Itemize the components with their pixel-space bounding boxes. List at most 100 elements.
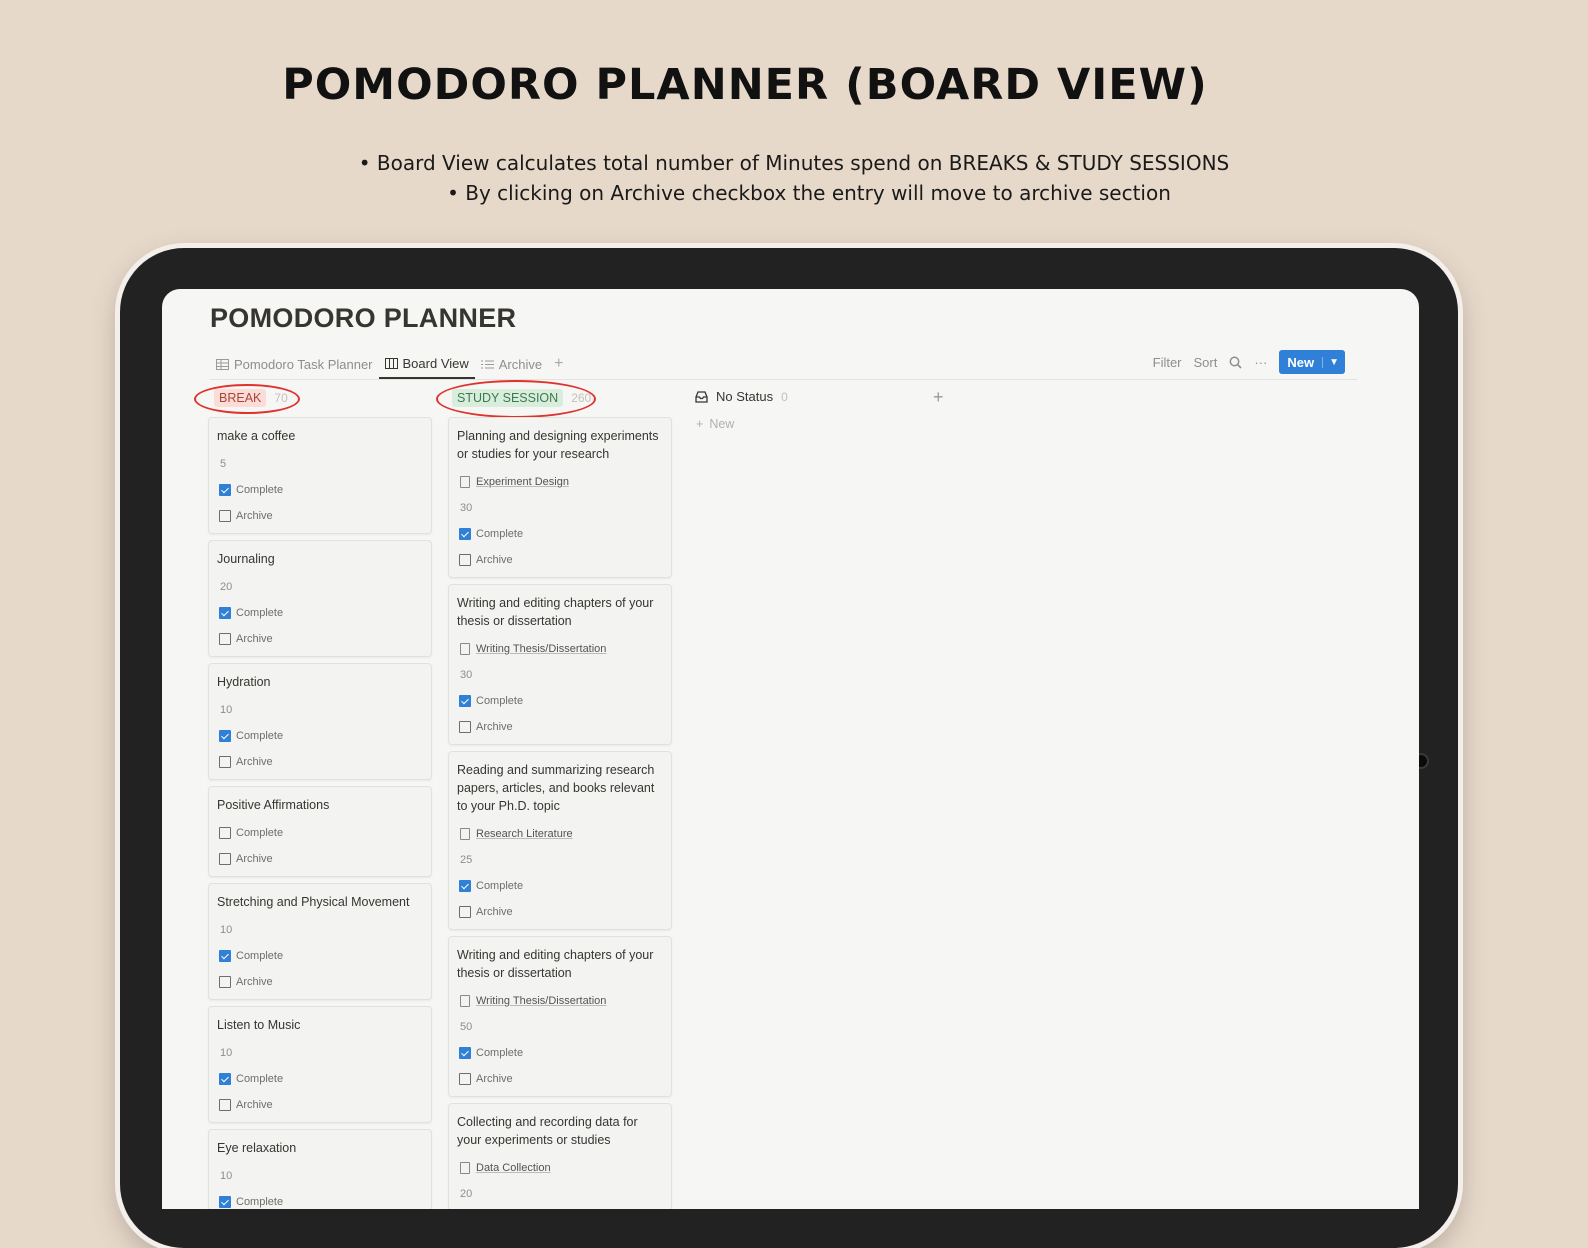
complete-property[interactable]: Complete: [217, 1189, 423, 1209]
board-icon: [384, 357, 398, 369]
add-view-icon[interactable]: +: [548, 355, 569, 373]
board-card[interactable]: Writing and editing chapters of your the…: [448, 584, 672, 745]
archive-checkbox[interactable]: [219, 976, 231, 988]
complete-checkbox[interactable]: [459, 880, 471, 892]
bullet-2: • By clicking on Archive checkbox the en…: [447, 181, 1171, 205]
tab-label: Board View: [402, 355, 469, 371]
minutes-value: 10: [220, 924, 233, 936]
board-card[interactable]: Eye relaxation 10 Complete: [208, 1129, 432, 1209]
archive-property[interactable]: Archive: [457, 547, 663, 573]
complete-checkbox[interactable]: [219, 1073, 231, 1085]
board-card[interactable]: Hydration 10 Complete Archive: [208, 663, 432, 780]
archive-property[interactable]: Archive: [457, 714, 663, 740]
card-title: make a coffee: [217, 429, 296, 443]
archive-property[interactable]: Archive: [217, 626, 423, 652]
board-card[interactable]: Reading and summarizing research papers,…: [448, 751, 672, 930]
archive-checkbox[interactable]: [219, 633, 231, 645]
complete-checkbox[interactable]: [219, 730, 231, 742]
complete-checkbox[interactable]: [219, 607, 231, 619]
tab-board-view[interactable]: Board View: [378, 349, 475, 379]
archive-property[interactable]: Archive: [217, 846, 423, 872]
archive-checkbox[interactable]: [219, 853, 231, 865]
archive-checkbox[interactable]: [459, 906, 471, 918]
archive-checkbox[interactable]: [459, 1073, 471, 1085]
board-card[interactable]: Stretching and Physical Movement 10 Comp…: [208, 883, 432, 1000]
complete-property[interactable]: Complete: [457, 873, 663, 899]
complete-property[interactable]: Complete: [457, 1040, 663, 1066]
archive-property[interactable]: Archive: [217, 503, 423, 529]
filter-button[interactable]: Filter: [1153, 355, 1182, 370]
archive-property[interactable]: Archive: [217, 1092, 423, 1118]
complete-property[interactable]: Complete: [217, 477, 423, 503]
card-title: Listen to Music: [217, 1018, 301, 1032]
more-options-icon[interactable]: ···: [1254, 355, 1267, 370]
card-title: Positive Affirmations: [217, 798, 330, 812]
column-header-no-status[interactable]: No Status 0: [695, 389, 788, 404]
card-title: Planning and designing experiments or st…: [457, 429, 659, 461]
archive-checkbox[interactable]: [459, 554, 471, 566]
complete-property[interactable]: Complete: [457, 521, 663, 547]
page-icon: [460, 476, 470, 488]
card-title: Collecting and recording data for your e…: [457, 1115, 638, 1147]
archive-checkbox[interactable]: [219, 510, 231, 522]
tab-archive[interactable]: Archive: [475, 350, 548, 378]
complete-checkbox[interactable]: [219, 950, 231, 962]
sort-button[interactable]: Sort: [1194, 355, 1218, 370]
complete-checkbox[interactable]: [219, 827, 231, 839]
tab-pomodoro-task-planner[interactable]: Pomodoro Task Planner: [210, 350, 379, 378]
bullet-1: • Board View calculates total number of …: [358, 151, 1230, 175]
feature-bullets: • Board View calculates total number of …: [0, 148, 1588, 208]
board-card[interactable]: Writing and editing chapters of your the…: [448, 936, 672, 1097]
new-card-button[interactable]: + New: [696, 417, 734, 431]
complete-property[interactable]: Complete: [217, 820, 423, 846]
board-card[interactable]: Positive Affirmations Complete Archive: [208, 786, 432, 877]
page-icon: [460, 1162, 470, 1174]
archive-checkbox[interactable]: [459, 721, 471, 733]
archive-checkbox[interactable]: [219, 756, 231, 768]
view-tabs: Pomodoro Task Planner Board View Archive…: [210, 349, 569, 379]
board-card[interactable]: make a coffee 5 Complete Archive: [208, 417, 432, 534]
inbox-icon: [695, 390, 708, 403]
complete-checkbox[interactable]: [219, 484, 231, 496]
complete-checkbox[interactable]: [459, 528, 471, 540]
list-icon: [480, 360, 494, 368]
relation-property[interactable]: Writing Thesis/Dissertation: [457, 636, 663, 662]
minutes-value: 50: [460, 1021, 473, 1033]
board-card[interactable]: Planning and designing experiments or st…: [448, 417, 672, 578]
complete-property[interactable]: Complete: [217, 943, 423, 969]
complete-checkbox[interactable]: [459, 1047, 471, 1059]
add-group-icon[interactable]: +: [933, 387, 944, 408]
minutes-value: 10: [220, 1047, 233, 1059]
new-button[interactable]: New ▼: [1279, 350, 1345, 374]
table-icon: [216, 358, 229, 370]
board-card[interactable]: Collecting and recording data for your e…: [448, 1103, 672, 1209]
archive-property[interactable]: Archive: [457, 899, 663, 925]
column-study-session: Planning and designing experiments or st…: [448, 417, 672, 1209]
complete-property[interactable]: Complete: [217, 1066, 423, 1092]
complete-checkbox[interactable]: [459, 695, 471, 707]
new-card-label: New: [709, 417, 735, 431]
relation-property[interactable]: Research Literature: [457, 821, 663, 847]
archive-property[interactable]: Archive: [217, 969, 423, 995]
relation-property[interactable]: Data Collection: [457, 1155, 663, 1181]
board-card[interactable]: Journaling 20 Complete Archive: [208, 540, 432, 657]
archive-property[interactable]: Archive: [217, 749, 423, 775]
archive-checkbox[interactable]: [219, 1099, 231, 1111]
page-title: POMODORO PLANNER: [210, 303, 517, 333]
complete-checkbox[interactable]: [219, 1196, 231, 1208]
search-icon[interactable]: [1229, 356, 1242, 369]
complete-property[interactable]: Complete: [217, 723, 423, 749]
minutes-value: 30: [460, 669, 473, 681]
tab-label: Archive: [498, 356, 543, 372]
archive-property[interactable]: Archive: [457, 1066, 663, 1092]
complete-property[interactable]: Complete: [457, 688, 663, 714]
column-count: 0: [781, 389, 788, 404]
board-card[interactable]: Listen to Music 10 Complete Archive: [208, 1006, 432, 1123]
highlight-circle-break: [194, 384, 300, 414]
complete-property[interactable]: Complete: [217, 600, 423, 626]
relation-property[interactable]: Experiment Design: [457, 469, 663, 495]
chevron-down-icon[interactable]: ▼: [1322, 356, 1345, 368]
new-button-label: New: [1287, 354, 1315, 370]
column-break: make a coffee 5 Complete Archive Journal…: [208, 417, 432, 1209]
relation-property[interactable]: Writing Thesis/Dissertation: [457, 988, 663, 1014]
